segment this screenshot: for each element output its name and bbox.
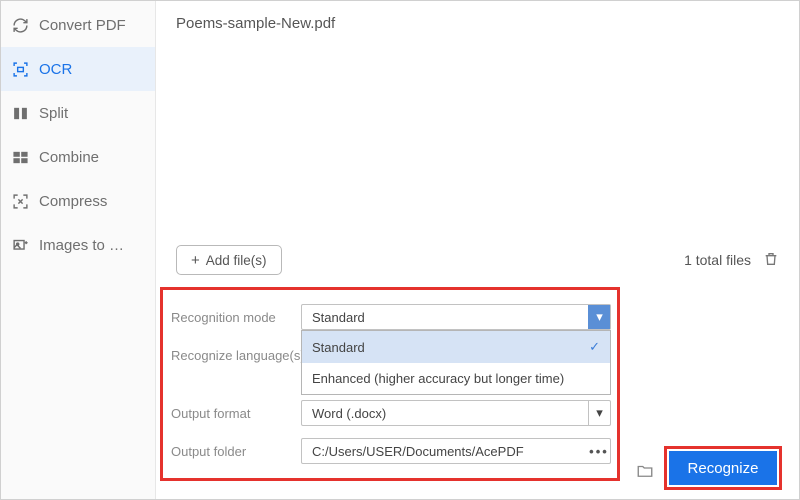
sidebar-item-images-to[interactable]: Images to … <box>1 223 155 267</box>
file-count-label: 1 total files <box>684 252 751 268</box>
images-to-icon <box>11 236 29 254</box>
label-output-format: Output format <box>171 406 301 421</box>
split-icon <box>11 104 29 122</box>
sidebar-item-label: Compress <box>39 193 107 210</box>
trash-icon[interactable] <box>763 251 779 270</box>
sidebar-item-label: OCR <box>39 61 72 78</box>
label-recognize-language: Recognize language(s) <box>171 348 305 363</box>
sidebar-item-label: Images to … <box>39 237 124 254</box>
file-count-bar: 1 total files <box>684 251 779 270</box>
sidebar-item-combine[interactable]: Combine <box>1 135 155 179</box>
sidebar-item-label: Split <box>39 105 68 122</box>
recognize-button-wrap: Recognize <box>669 451 777 485</box>
sidebar-item-label: Convert PDF <box>39 17 126 34</box>
dropdown-option-standard[interactable]: Standard ✓ <box>302 331 610 363</box>
app-frame: Convert PDF OCR Split Combine Compress <box>0 0 800 500</box>
add-files-label: Add file(s) <box>206 253 267 268</box>
add-bar: + Add file(s) 1 total files <box>156 245 799 287</box>
label-recognition-mode: Recognition mode <box>171 310 301 325</box>
dropdown-option-label: Standard <box>312 340 365 355</box>
chevron-down-icon: ▾ <box>588 401 610 425</box>
settings-highlight-box: Recognition mode Standard ▾ Standard ✓ <box>160 287 620 481</box>
sidebar: Convert PDF OCR Split Combine Compress <box>1 1 156 499</box>
combine-icon <box>11 148 29 166</box>
file-list-area: Poems-sample-New.pdf <box>156 1 799 245</box>
sidebar-item-label: Combine <box>39 149 99 166</box>
sidebar-item-split[interactable]: Split <box>1 91 155 135</box>
recognition-mode-value: Standard <box>312 310 365 325</box>
dropdown-option-label: Enhanced (higher accuracy but longer tim… <box>312 371 564 386</box>
row-recognition-mode: Recognition mode Standard ▾ Standard ✓ <box>171 300 611 334</box>
convert-icon <box>11 16 29 34</box>
output-format-value: Word (.docx) <box>312 406 386 421</box>
label-output-folder: Output folder <box>171 444 301 459</box>
sidebar-item-convert-pdf[interactable]: Convert PDF <box>1 3 155 47</box>
dropdown-option-enhanced[interactable]: Enhanced (higher accuracy but longer tim… <box>302 363 610 394</box>
recognize-button[interactable]: Recognize <box>669 451 777 485</box>
chevron-down-icon: ▾ <box>588 305 610 329</box>
recognize-label: Recognize <box>688 460 759 477</box>
output-format-select[interactable]: Word (.docx) ▾ <box>301 400 611 426</box>
sidebar-item-ocr[interactable]: OCR <box>1 47 155 91</box>
row-output-folder: Output folder C:/Users/USER/Documents/Ac… <box>171 434 611 468</box>
more-icon[interactable]: ••• <box>588 439 610 463</box>
output-folder-input[interactable]: C:/Users/USER/Documents/AcePDF ••• <box>301 438 611 464</box>
file-name: Poems-sample-New.pdf <box>176 15 335 32</box>
recognition-mode-dropdown: Standard ✓ Enhanced (higher accuracy but… <box>301 330 611 395</box>
output-folder-value: C:/Users/USER/Documents/AcePDF <box>312 444 524 459</box>
main-panel: Poems-sample-New.pdf + Add file(s) 1 tot… <box>156 1 799 499</box>
check-icon: ✓ <box>589 339 600 355</box>
plus-icon: + <box>191 253 200 268</box>
add-files-button[interactable]: + Add file(s) <box>176 245 282 275</box>
ocr-icon <box>11 60 29 78</box>
row-output-format: Output format Word (.docx) ▾ <box>171 396 611 430</box>
sidebar-item-compress[interactable]: Compress <box>1 179 155 223</box>
compress-icon <box>11 192 29 210</box>
open-folder-icon[interactable] <box>636 462 654 485</box>
recognition-mode-select[interactable]: Standard ▾ <box>301 304 611 330</box>
